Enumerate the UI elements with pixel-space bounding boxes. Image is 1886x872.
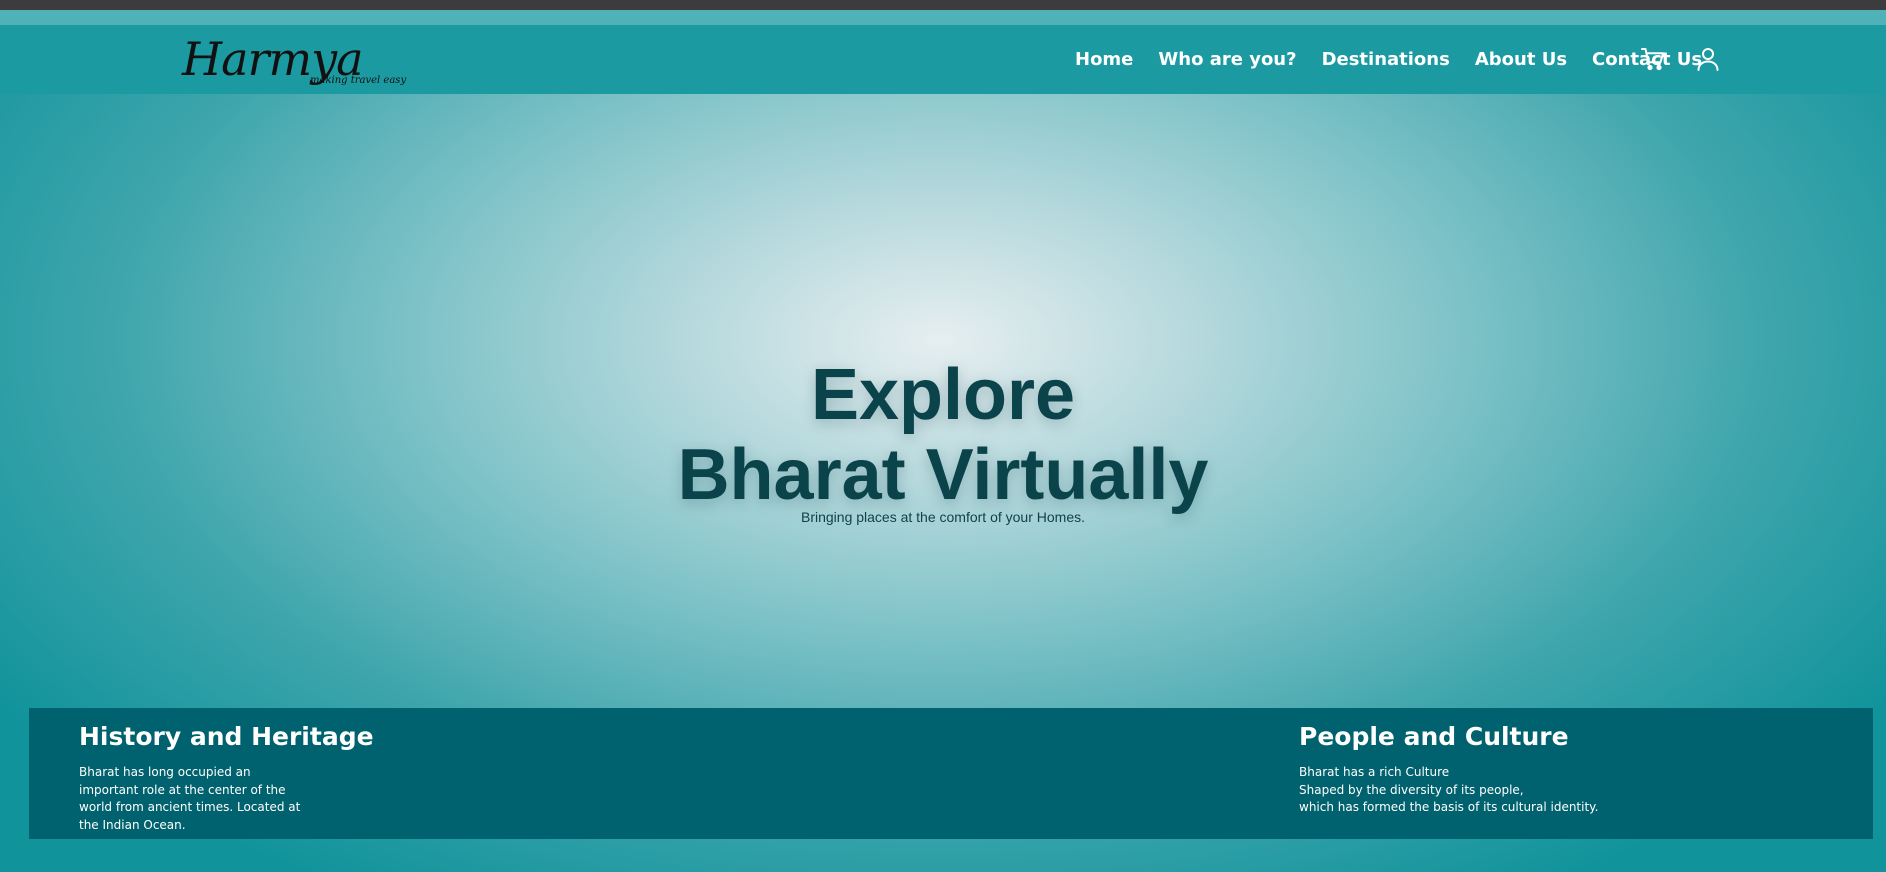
nav-about-us[interactable]: About Us bbox=[1475, 49, 1567, 70]
culture-line: Shaped by the diversity of its people, bbox=[1299, 782, 1524, 797]
hero: Explore Bharat Virtually Bringing places… bbox=[0, 355, 1886, 525]
cart-icon[interactable] bbox=[1638, 44, 1668, 74]
history-heritage-title: History and Heritage bbox=[79, 722, 374, 751]
culture-line: which has formed the basis of its cultur… bbox=[1299, 800, 1599, 814]
history-heritage-card: History and Heritage Bharat has long occ… bbox=[79, 722, 374, 834]
top-strip bbox=[0, 10, 1886, 25]
history-line: important role at the center of the bbox=[79, 782, 286, 797]
brand-logo[interactable]: Harmya making travel easy bbox=[180, 31, 406, 91]
user-icon[interactable] bbox=[1693, 44, 1723, 74]
history-line: the Indian Ocean. bbox=[79, 817, 186, 832]
people-culture-title: People and Culture bbox=[1299, 722, 1569, 751]
hero-title: Explore Bharat Virtually bbox=[0, 355, 1886, 515]
nav-home[interactable]: Home bbox=[1075, 49, 1133, 70]
nav-destinations[interactable]: Destinations bbox=[1322, 49, 1450, 70]
hero-title-line1: Explore bbox=[810, 355, 1076, 435]
history-line: world from ancient times. Located at bbox=[79, 800, 301, 814]
site-header: Harmya making travel easy Home Who are y… bbox=[0, 25, 1886, 94]
info-band: History and Heritage Bharat has long occ… bbox=[29, 708, 1873, 839]
history-line: Bharat has long occupied an bbox=[79, 765, 251, 779]
nav-who-are-you[interactable]: Who are you? bbox=[1158, 49, 1296, 70]
culture-line: Bharat has a rich Culture bbox=[1299, 765, 1450, 779]
browser-top-bar bbox=[0, 0, 1886, 10]
brand-tagline: making travel easy bbox=[310, 75, 407, 86]
main-nav: Home Who are you? Destinations About Us … bbox=[1075, 25, 1727, 94]
hero-title-line2: Bharat Virtually bbox=[677, 435, 1209, 515]
people-culture-card: People and Culture Bharat has a rich Cul… bbox=[1299, 722, 1598, 817]
hero-subtitle: Bringing places at the comfort of your H… bbox=[800, 509, 1086, 525]
